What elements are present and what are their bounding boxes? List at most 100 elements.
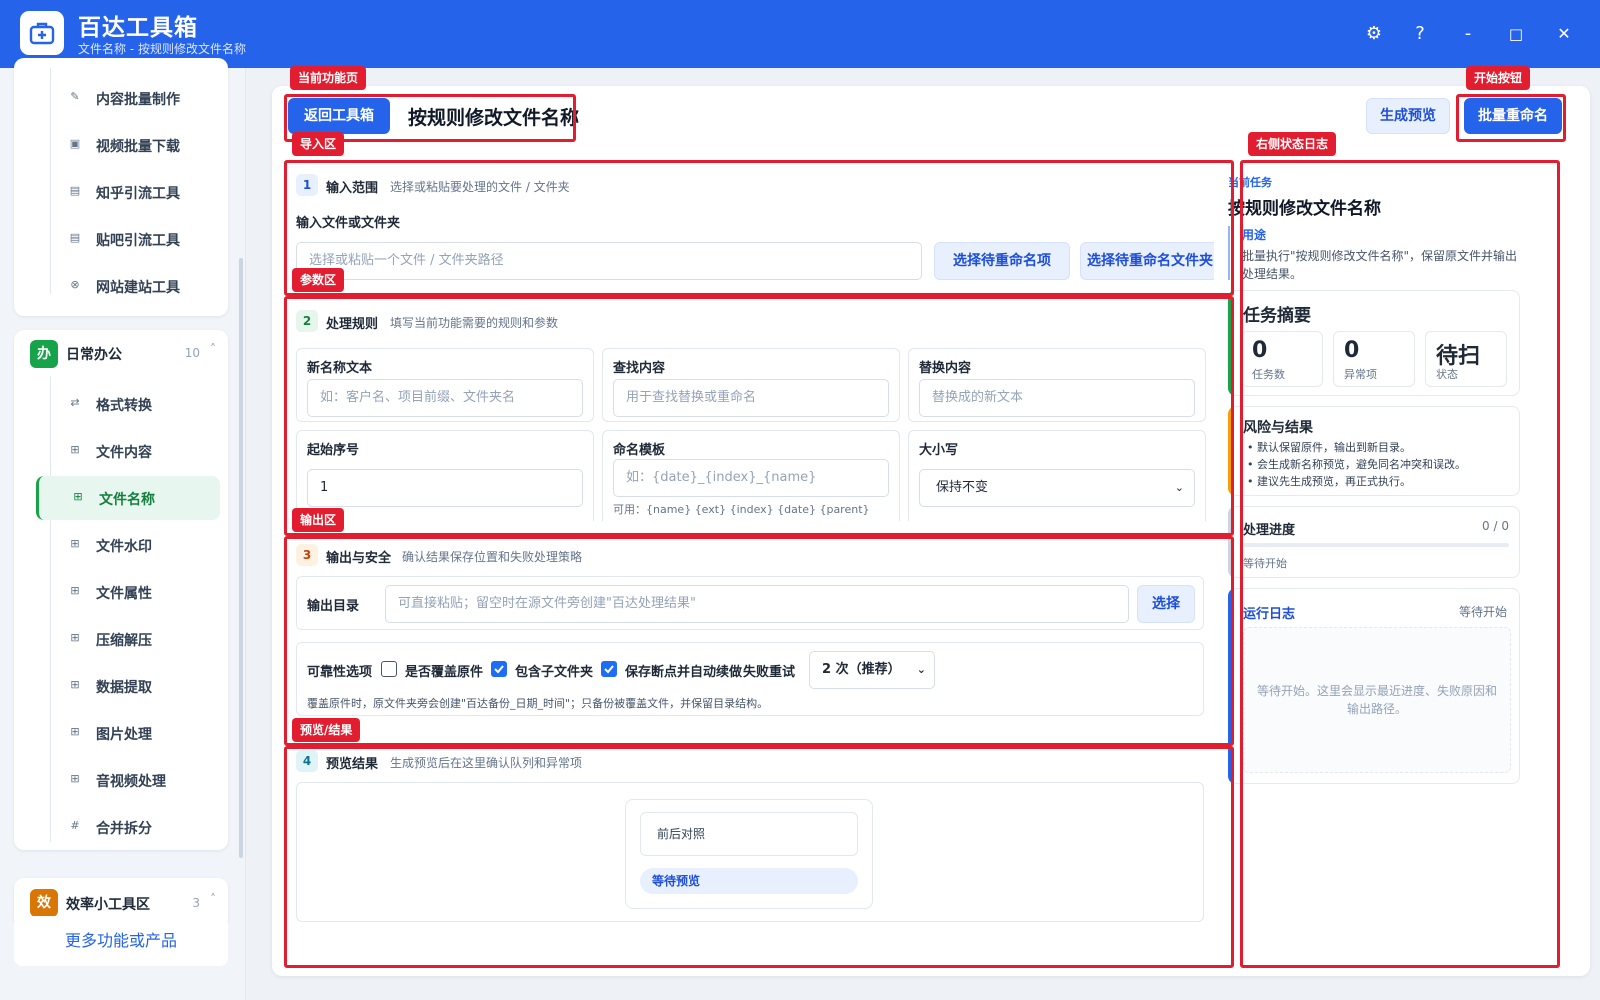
sidebar-item-zhihu[interactable]: ▤ 知乎引流工具 — [36, 170, 220, 214]
overwrite-label: 是否覆盖原件 — [405, 665, 484, 680]
grid-icon: ⊞ — [70, 537, 80, 550]
chevron-up-icon[interactable]: ˄ — [210, 342, 216, 356]
sidebar-item-label: 图片处理 — [96, 727, 152, 743]
stat-key: 异常项 — [1344, 368, 1377, 381]
annotation-preview-tag: 预览/结果 — [292, 718, 361, 742]
output-dir-input[interactable]: 可直接粘贴；留空时在源文件旁创建"百达处理结果" — [385, 585, 1129, 623]
field-label: 查找内容 — [613, 361, 666, 376]
field-label: 大小写 — [919, 443, 959, 458]
minimize-button[interactable]: - — [1454, 20, 1482, 48]
close-button[interactable]: ✕ — [1550, 20, 1578, 48]
annotation-param-tag: 参数区 — [292, 268, 345, 292]
purpose-label: 用途 — [1242, 228, 1267, 242]
grid-icon: ⊞ — [70, 631, 80, 644]
retry-select[interactable]: 2 次（推荐） ⌄ — [809, 651, 935, 689]
sidebar-item-merge-split[interactable]: # 合并拆分 — [36, 805, 220, 849]
sidebar-item-watermark[interactable]: ⊞ 文件水印 — [36, 523, 220, 567]
annotation-output-tag: 输出区 — [292, 508, 345, 532]
overwrite-checkbox[interactable] — [381, 661, 397, 677]
sidebar-item-label: 贴吧引流工具 — [96, 233, 180, 249]
back-to-toolbox-button[interactable]: 返回工具箱 — [288, 98, 390, 134]
sidebar-item-label: 文件内容 — [96, 445, 152, 461]
step-description: 确认结果保存位置和失败处理策略 — [402, 550, 583, 564]
sidebar: ✎ 内容批量制作 ▣ 视频批量下载 ▤ 知乎引流工具 ▤ 贴吧引流工具 ⊗ 网站… — [0, 58, 246, 1000]
tieba-icon: ▤ — [69, 231, 81, 244]
efficiency-group-count: 3 — [192, 896, 200, 910]
replace-input[interactable]: 替换成的新文本 — [919, 379, 1195, 417]
more-products-link[interactable]: 更多功能或产品 — [14, 916, 228, 966]
sidebar-item-website[interactable]: ⊗ 网站建站工具 — [36, 264, 220, 308]
subfolders-checkbox[interactable] — [491, 661, 507, 677]
task-summary-card: 任务摘要 0 任务数 0 异常项 待扫 状态 — [1228, 290, 1520, 396]
output-dir-label: 输出目录 — [307, 599, 360, 614]
case-select[interactable]: 保持不变 ⌄ — [919, 469, 1195, 507]
replace-field: 替换内容 替换成的新文本 — [908, 348, 1206, 422]
check-icon — [494, 665, 504, 674]
pick-files-button[interactable]: 选择待重命名项 — [934, 242, 1070, 280]
stat-value: 0 — [1252, 338, 1268, 363]
help-icon[interactable]: ? — [1406, 20, 1434, 48]
template-input[interactable]: 如：{date}_{index}_{name} — [613, 459, 889, 497]
retry-label: 失败重试 — [743, 665, 796, 680]
settings-icon[interactable]: ⚙ — [1360, 20, 1388, 48]
sidebar-item-format-convert[interactable]: ⇄ 格式转换 — [36, 382, 220, 426]
stat-error-count: 0 异常项 — [1333, 331, 1415, 387]
office-group-header[interactable]: 办 日常办公 10 ˄ — [14, 330, 228, 376]
step-description: 填写当前功能需要的规则和参数 — [390, 316, 559, 330]
step-number: 3 — [296, 544, 318, 566]
subfolders-label: 包含子文件夹 — [515, 665, 594, 680]
grid-icon: ⊞ — [70, 725, 80, 738]
globe-icon: ⊗ — [70, 278, 80, 291]
sidebar-item-label: 知乎引流工具 — [96, 186, 180, 202]
sidebar-item-audio-video[interactable]: ⊞ 音视频处理 — [36, 758, 220, 802]
pick-folder-button[interactable]: 选择待重命名文件夹 — [1080, 242, 1220, 280]
sidebar-item-file-name[interactable]: ⊞ 文件名称 — [36, 476, 220, 520]
find-input[interactable]: 用于查找替换或重命名 — [613, 379, 889, 417]
progress-title: 处理进度 — [1243, 523, 1296, 538]
stat-task-count: 0 任务数 — [1241, 331, 1323, 387]
sidebar-item-image[interactable]: ⊞ 图片处理 — [36, 711, 220, 755]
sidebar-item-content-batch[interactable]: ✎ 内容批量制作 — [36, 76, 220, 120]
purpose-text: 批量执行"按规则修改文件名称"，保留原文件并输出处理结果。 — [1242, 249, 1518, 281]
grid-icon: ⊞ — [70, 772, 80, 785]
sidebar-scrollbar[interactable] — [239, 258, 243, 858]
page-title: 按规则修改文件名称 — [408, 107, 580, 129]
step-number: 1 — [296, 174, 318, 196]
sidebar-item-compress[interactable]: ⊞ 压缩解压 — [36, 617, 220, 661]
sidebar-item-file-properties[interactable]: ⊞ 文件属性 — [36, 570, 220, 614]
resume-label: 保存断点并自动续做 — [625, 665, 743, 680]
new-name-input[interactable]: 如：客户名、项目前缀、文件夹名 — [307, 379, 583, 417]
choose-output-button[interactable]: 选择 — [1137, 585, 1195, 623]
summary-title: 任务摘要 — [1243, 306, 1311, 326]
stat-key: 状态 — [1436, 368, 1458, 381]
risk-title: 风险与结果 — [1243, 420, 1313, 436]
generate-preview-button[interactable]: 生成预览 — [1366, 98, 1450, 134]
batch-rename-button[interactable]: 批量重命名 — [1464, 98, 1562, 134]
maximize-button[interactable]: □ — [1502, 20, 1530, 48]
chevron-up-icon[interactable]: ˄ — [210, 892, 216, 906]
input-path-field[interactable]: 选择或粘贴一个文件 / 文件夹路径 — [296, 242, 922, 280]
progress-bar — [1243, 543, 1509, 547]
output-dir-row: 输出目录 可直接粘贴；留空时在源文件旁创建"百达处理结果" 选择 — [296, 576, 1204, 630]
reliability-label: 可靠性选项 — [307, 665, 373, 680]
office-group-title: 日常办公 — [66, 347, 122, 363]
sidebar-item-label: 格式转换 — [96, 398, 152, 414]
sidebar-item-label: 合并拆分 — [96, 821, 152, 837]
sidebar-item-label: 文件水印 — [96, 539, 152, 555]
stat-key: 任务数 — [1252, 368, 1285, 381]
sidebar-item-video-download[interactable]: ▣ 视频批量下载 — [36, 123, 220, 167]
video-icon: ▣ — [69, 137, 81, 150]
resume-checkbox[interactable] — [601, 661, 617, 677]
field-label: 起始序号 — [307, 443, 360, 458]
sidebar-item-file-content[interactable]: ⊞ 文件内容 — [36, 429, 220, 473]
sidebar-item-tieba[interactable]: ▤ 贴吧引流工具 — [36, 217, 220, 261]
case-field: 大小写 保持不变 ⌄ — [908, 430, 1206, 521]
grid-icon: ⊞ — [73, 490, 83, 503]
run-log-content: 等待开始。这里会显示最近进度、失败原因和输出路径。 — [1243, 627, 1511, 773]
content-group-card: ✎ 内容批量制作 ▣ 视频批量下载 ▤ 知乎引流工具 ▤ 贴吧引流工具 ⊗ 网站… — [14, 58, 228, 316]
sidebar-item-data-extract[interactable]: ⊞ 数据提取 — [36, 664, 220, 708]
chevron-down-icon: ⌄ — [1174, 481, 1184, 494]
run-log-status: 等待开始 — [1458, 605, 1507, 619]
office-group-count: 10 — [184, 346, 200, 360]
start-index-input[interactable]: 1 — [307, 469, 583, 507]
